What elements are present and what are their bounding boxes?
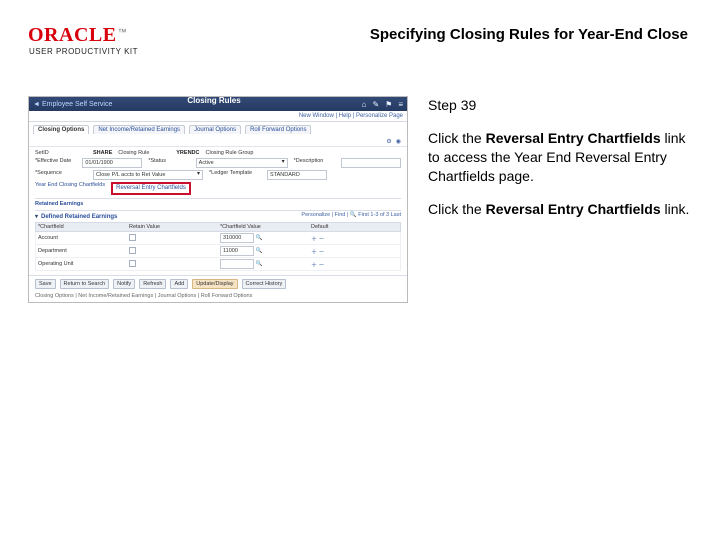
cf-value-input[interactable]: 11000 (220, 246, 254, 256)
cf-name: Account (38, 235, 125, 241)
return-to-search-button[interactable]: Return to Search (60, 279, 110, 289)
util-row: ⚙ ◉ (29, 137, 407, 147)
closing-rule-value: YRENDC (176, 150, 199, 156)
document-title: Specifying Closing Rules for Year-End Cl… (138, 24, 692, 43)
crumb-bar: New Window | Help | Personalize Page (29, 111, 407, 122)
brand-name: ORACLE (28, 24, 117, 46)
retain-value-checkbox[interactable] (129, 234, 136, 241)
save-button[interactable]: Save (35, 279, 56, 289)
status-label: *Status (148, 158, 189, 168)
crumb-links[interactable]: New Window | Help | Personalize Page (299, 113, 403, 119)
action-link-name: Reversal Entry Chartfields (486, 201, 661, 217)
lookup-icon[interactable]: 🔍 (256, 248, 263, 254)
table-row: Operating Unit 🔍 ＋ － (35, 258, 401, 271)
table-row: Account 310000 🔍 ＋ － (35, 232, 401, 245)
correct-history-button[interactable]: Correct History (242, 279, 287, 289)
lookup-icon[interactable]: 🔍 (256, 261, 263, 267)
ledger-template-label: *Ledger Template (209, 170, 261, 180)
effdate-label: *Effective Date (35, 158, 76, 168)
tab-roll-forward[interactable]: Roll Forward Options (245, 125, 311, 134)
action-bar: Save Return to Search Notify Refresh Add… (29, 275, 407, 292)
retain-value-checkbox[interactable] (129, 260, 136, 267)
cf-value-input[interactable]: 310000 (220, 233, 254, 243)
action-paragraph: Click the Reversal Entry Chartfields lin… (428, 200, 692, 219)
ledger-template-input[interactable]: STANDARD (267, 170, 327, 180)
header-row: ORACLE™ USER PRODUCTIVITY KIT Specifying… (0, 0, 720, 68)
tab-net-income[interactable]: Net Income/Retained Earnings (93, 125, 185, 134)
tab-strip: Closing Options Net Income/Retained Earn… (29, 122, 407, 137)
grid-header: *Chartfield Retain Value *Chartfield Val… (35, 222, 401, 232)
brand-block: ORACLE™ USER PRODUCTIVITY KIT (28, 24, 138, 56)
effdate-input[interactable]: 01/01/1900 (82, 158, 142, 168)
closing-rule-group-label: Closing Rule Group (206, 150, 258, 156)
instruction-paragraph: Click the Reversal Entry Chartfields lin… (428, 129, 692, 186)
col-default: Default (311, 224, 398, 230)
instruction-link-name: Reversal Entry Chartfields (486, 130, 661, 146)
sequence-select[interactable]: Close P/L accts to Ret Value (93, 170, 203, 180)
remove-row-icon[interactable]: － (319, 263, 325, 269)
refresh-button[interactable]: Refresh (139, 279, 166, 289)
brand-tm: ™ (118, 27, 127, 37)
tab-journal-options[interactable]: Journal Options (189, 125, 241, 134)
instruction-column: Step 39 Click the Reversal Entry Chartfi… (428, 96, 692, 303)
setid-label: SetID (35, 150, 87, 156)
closing-rule-label: Closing Rule (118, 150, 170, 156)
description-label: *Description (294, 158, 335, 168)
flag-icon[interactable]: ⚑ (385, 100, 392, 109)
add-row-icon[interactable]: ＋ (311, 263, 317, 269)
footer-tab-links[interactable]: Closing Options | Net Income/Retained Ea… (29, 292, 407, 302)
form-body: SetID SHARE Closing Rule YRENDC Closing … (29, 147, 407, 275)
wrench-icon[interactable]: ✎ (372, 100, 379, 109)
col-chartfield: *Chartfield (38, 224, 125, 230)
setid-value: SHARE (93, 150, 112, 156)
add-button[interactable]: Add (170, 279, 188, 289)
remove-row-icon[interactable]: － (319, 250, 325, 256)
grid-personalize-tools[interactable]: Personalize | Find | 🔍 First 1-3 of 3 La… (301, 212, 401, 218)
status-select[interactable]: Active (196, 158, 288, 168)
add-row-icon[interactable]: ＋ (311, 250, 317, 256)
step-number: Step 39 (428, 96, 692, 115)
brand-subtitle: USER PRODUCTIVITY KIT (29, 47, 138, 56)
gear-icon[interactable]: ⚙ (386, 138, 391, 145)
content-row: Closing Rules ◄ Employee Self Service ⌂ … (0, 68, 720, 303)
chevron-down-icon: ▾ (35, 213, 38, 220)
reversal-entry-chartfields-link[interactable]: Reversal Entry Chartfields (111, 182, 191, 195)
remove-row-icon[interactable]: － (319, 237, 325, 243)
description-input[interactable] (341, 158, 401, 168)
ye-closing-chartfields-link[interactable]: Year End Closing Chartfields (35, 182, 105, 195)
cf-name: Operating Unit (38, 261, 125, 267)
cf-name: Department (38, 248, 125, 254)
record-icon[interactable]: ◉ (396, 138, 401, 145)
retain-value-checkbox[interactable] (129, 247, 136, 254)
add-row-icon[interactable]: ＋ (311, 237, 317, 243)
header-icons: ⌂ ✎ ⚑ ≡ (362, 100, 403, 109)
back-link[interactable]: ◄ Employee Self Service (33, 101, 112, 108)
col-retain-value: Retain Value (129, 224, 216, 230)
app-screenshot: Closing Rules ◄ Employee Self Service ⌂ … (28, 96, 408, 303)
col-chartfield-value: *Chartfield Value (220, 224, 307, 230)
sequence-label: *Sequence (35, 170, 87, 180)
table-row: Department 11000 🔍 ＋ － (35, 245, 401, 258)
home-icon[interactable]: ⌂ (362, 100, 367, 109)
menu-icon[interactable]: ≡ (398, 100, 403, 109)
tab-closing-options[interactable]: Closing Options (33, 125, 89, 134)
retained-earnings-section[interactable]: Retained Earnings (35, 201, 401, 207)
notify-button[interactable]: Notify (113, 279, 135, 289)
update-display-button[interactable]: Update/Display (192, 279, 237, 289)
cf-value-input[interactable] (220, 259, 254, 269)
back-link-label: Employee Self Service (42, 101, 112, 108)
app-header-bar: ◄ Employee Self Service ⌂ ✎ ⚑ ≡ (29, 97, 407, 111)
lookup-icon[interactable]: 🔍 (256, 235, 263, 241)
screenshot-column: Closing Rules ◄ Employee Self Service ⌂ … (28, 96, 408, 303)
